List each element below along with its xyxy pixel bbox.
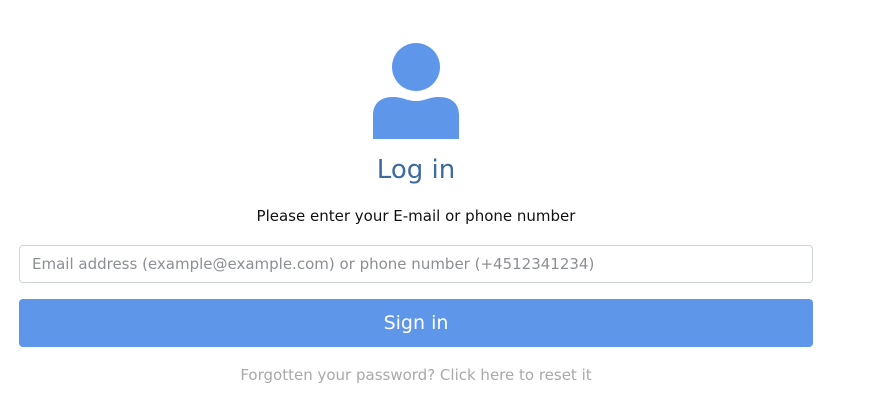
- login-page: Log in Please enter your E-mail or phone…: [0, 0, 873, 414]
- forgot-password-link[interactable]: Forgotten your password? Click here to r…: [0, 365, 832, 385]
- user-avatar-icon: [373, 43, 459, 139]
- email-or-phone-input[interactable]: [19, 245, 813, 283]
- sign-in-button[interactable]: Sign in: [19, 299, 813, 347]
- login-instructions: Please enter your E-mail or phone number: [256, 207, 576, 225]
- page-title: Log in: [376, 155, 456, 185]
